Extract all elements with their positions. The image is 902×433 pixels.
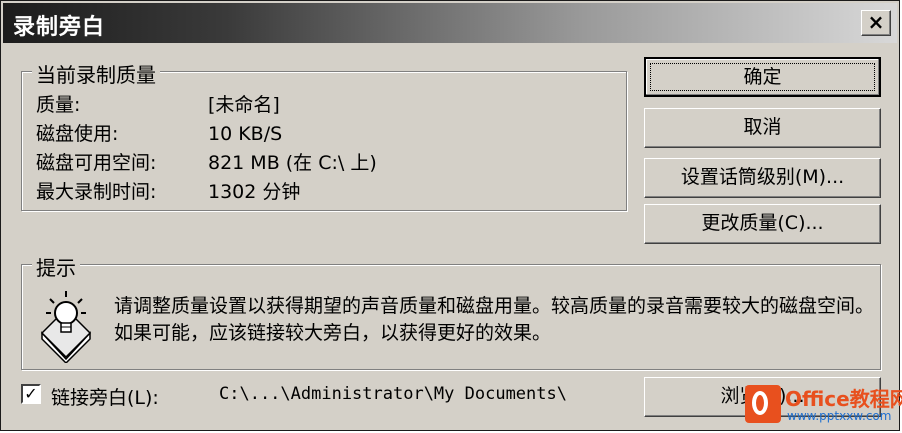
hint-group: 提示 请调整质量设置以获得期望的声音质量和磁盘用量。较高质量的录音需要较大的磁盘… [21,252,881,370]
mic-level-button[interactable]: 设置话筒级别(M)... [644,158,881,198]
quality-group: 当前录制质量 质量: [未命名] 磁盘使用: 10 KB/S 磁盘可用空间: 821 … [21,59,627,211]
link-narration-checkbox[interactable]: ✓ [21,384,41,404]
watermark-title: Office教程网 [785,387,902,411]
hint-group-title: 提示 [32,252,80,281]
max-time-row: 最大录制时间: 1302 分钟 [36,177,300,204]
watermark: Office教程网 www.pptxxw.com [745,383,902,427]
change-quality-button[interactable]: 更改质量(C)... [644,204,881,244]
free-space-row: 磁盘可用空间: 821 MB (在 C:\ 上) [36,148,377,175]
disk-usage-value: 10 KB/S [208,123,283,145]
link-narration-label[interactable]: 链接旁白(L): [51,383,159,410]
watermark-url: www.pptxxw.com [787,409,892,423]
lightbulb-icon [40,291,92,363]
close-icon: × [867,10,885,34]
free-space-label: 磁盘可用空间: [36,152,157,174]
cancel-button[interactable]: 取消 [644,108,881,148]
disk-usage-row: 磁盘使用: 10 KB/S [36,119,282,146]
title-bar[interactable]: 录制旁白 × [3,3,897,43]
disk-usage-label: 磁盘使用: [36,123,119,145]
quality-row: 质量: [未命名] [36,90,280,117]
quality-label: 质量: [36,94,81,116]
office-logo-icon [745,385,781,423]
record-narration-dialog: 录制旁白 × 当前录制质量 质量: [未命名] 磁盘使用: 10 KB/S 磁盘可用… [0,0,902,431]
narration-path: C:\...\Administrator\My Documents\ [219,384,567,404]
mic-level-button-label: 设置话筒级别(M)... [680,166,845,188]
dialog-title: 录制旁白 [13,15,106,40]
quality-value: [未命名] [208,94,280,116]
free-space-value: 821 MB (在 C:\ 上) [208,152,377,174]
quality-group-title: 当前录制质量 [32,59,160,88]
ok-button[interactable]: 确定 [644,57,881,97]
hint-text: 请调整质量设置以获得期望的声音质量和磁盘用量。较高质量的录音需要较大的磁盘空间。… [114,295,875,344]
focus-rect [650,63,875,91]
cancel-button-label: 取消 [743,116,782,138]
max-time-value: 1302 分钟 [208,181,301,203]
close-button[interactable]: × [861,10,891,36]
check-icon: ✓ [24,384,38,403]
max-time-label: 最大录制时间: [36,181,157,203]
change-quality-button-label: 更改质量(C)... [701,212,824,234]
